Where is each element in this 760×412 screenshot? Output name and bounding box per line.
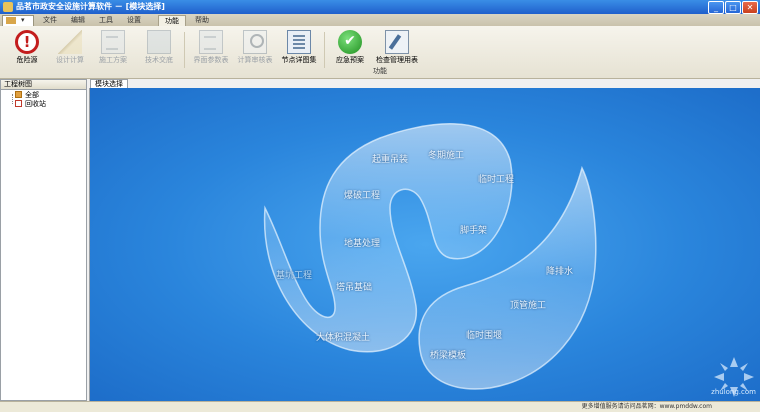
maximize-button[interactable]: □ — [725, 1, 741, 14]
emergency-plan-label: 应急预案 — [336, 56, 364, 64]
table-icon — [199, 30, 223, 54]
construction-plan-button[interactable]: 施工方案 — [90, 28, 136, 72]
magnifier-icon — [243, 30, 267, 54]
menu-bar: ▾ 文件 编辑 工具 设置 功能 帮助 — [0, 14, 760, 27]
title-bar: 品茗市政安全设施计算软件 － [模块选择] _ □ ✕ — [0, 0, 760, 14]
construction-plan-label: 施工方案 — [99, 56, 127, 64]
tree-item-label: 全部 — [25, 91, 39, 99]
calc-review-label: 计算审核表 — [237, 56, 273, 64]
ribbon-separator — [184, 32, 185, 68]
watermark-text: zhulong.com — [711, 388, 756, 396]
interface-params-button[interactable]: 界面参数表 — [188, 28, 234, 72]
dropdown-icon[interactable]: ▾ — [21, 16, 25, 24]
pane-title: 工程树图 — [1, 80, 86, 90]
ribbon-group-label: 功能 — [373, 67, 387, 75]
folder-icon — [15, 91, 22, 98]
inspection-forms-label: 检查管理用表 — [376, 56, 418, 64]
danger-source-button[interactable]: 危险源 — [4, 28, 50, 72]
module-canvas: 起重吊装 冬期施工 爆破工程 临时工程 脚手架 地基处理 基坑工程 塔吊基础 降… — [89, 88, 760, 401]
close-button[interactable]: ✕ — [742, 1, 758, 14]
app-icon[interactable] — [3, 2, 13, 12]
module-foundation-pit[interactable]: 基坑工程 — [276, 268, 312, 281]
project-tree-pane: 工程树图 全部 回收站 — [0, 79, 87, 401]
module-blasting[interactable]: 爆破工程 — [344, 188, 380, 201]
interface-params-label: 界面参数表 — [193, 56, 229, 64]
tab-module-select[interactable]: 模块选择 — [90, 79, 128, 88]
quick-access-icon[interactable] — [6, 17, 16, 24]
tab-edit[interactable]: 编辑 — [66, 15, 90, 26]
inspection-icon — [385, 30, 409, 54]
design-calc-label: 设计计算 — [56, 56, 84, 64]
module-scaffolding[interactable]: 脚手架 — [460, 223, 487, 236]
tree-connector — [12, 94, 14, 104]
window-controls: _ □ ✕ — [708, 1, 758, 14]
danger-icon — [15, 30, 39, 54]
module-cofferdam[interactable]: 临时围堰 — [466, 328, 502, 341]
tab-settings[interactable]: 设置 — [122, 15, 146, 26]
design-calc-button[interactable]: 设计计算 — [47, 28, 93, 72]
status-bar: 更多增值服务请访问品茗网：www.pmddw.com — [0, 401, 760, 412]
tab-tools[interactable]: 工具 — [94, 15, 118, 26]
tab-file[interactable]: 文件 — [38, 15, 62, 26]
tree-item-recycle-bin[interactable]: 回收站 — [15, 100, 46, 109]
ribbon: 危险源 设计计算 施工方案 技术交底 界面参数表 计算审核表 节点详图集 应急预… — [0, 26, 760, 79]
check-icon — [338, 30, 362, 54]
module-bridge-formwork[interactable]: 桥梁模板 — [430, 348, 466, 361]
tree-item-all[interactable]: 全部 — [15, 91, 39, 100]
ribbon-separator — [324, 32, 325, 68]
book-icon — [147, 30, 171, 54]
module-pipe-jacking[interactable]: 顶管施工 — [510, 298, 546, 311]
node-details-label: 节点详图集 — [281, 56, 317, 64]
triangle-ruler-icon — [58, 30, 82, 54]
module-mass-concrete[interactable]: 大体积混凝土 — [316, 330, 370, 343]
tree-item-label: 回收站 — [25, 100, 46, 108]
calc-review-button[interactable]: 计算审核表 — [232, 28, 278, 72]
tab-help[interactable]: 帮助 — [190, 15, 214, 26]
node-details-button[interactable]: 节点详图集 — [276, 28, 322, 72]
minimize-button[interactable]: _ — [708, 1, 724, 14]
module-dewatering[interactable]: 降排水 — [546, 264, 573, 277]
technical-briefing-button[interactable]: 技术交底 — [136, 28, 182, 72]
module-lifting[interactable]: 起重吊装 — [372, 152, 408, 165]
module-winter-construction[interactable]: 冬期施工 — [428, 148, 464, 161]
window-title: 品茗市政安全设施计算软件 － [模块选择] — [16, 2, 165, 11]
module-temporary-works[interactable]: 临时工程 — [478, 172, 514, 185]
node-drawing-icon — [287, 30, 311, 54]
module-foundation-treatment[interactable]: 地基处理 — [344, 236, 380, 249]
technical-briefing-label: 技术交底 — [145, 56, 173, 64]
document-icon — [101, 30, 125, 54]
module-tower-crane-base[interactable]: 塔吊基础 — [336, 280, 372, 293]
logo-graphic — [263, 123, 597, 390]
danger-source-label: 危险源 — [16, 56, 38, 64]
recycle-bin-icon — [15, 100, 22, 107]
